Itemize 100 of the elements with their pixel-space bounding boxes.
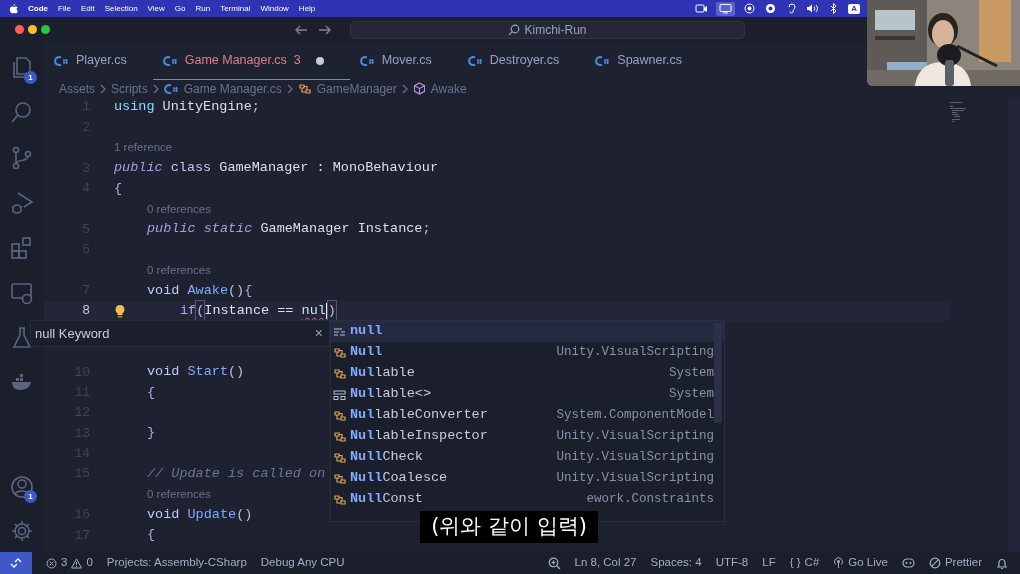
chevron-icon <box>401 83 408 94</box>
unsaved-dot <box>315 56 324 65</box>
scrollbar-thumb[interactable] <box>714 323 722 423</box>
chevron-icon <box>286 83 293 94</box>
code-line: public static GameManager Instance; <box>147 220 431 239</box>
menu-item[interactable]: Window <box>260 2 289 15</box>
cube-icon <box>412 82 426 95</box>
editor-tab[interactable]: Spawner.cs <box>585 42 708 80</box>
warning-icon[interactable] <box>71 557 83 569</box>
status-item[interactable]: Ln 8, Col 27 <box>574 554 637 572</box>
code-line: { <box>147 526 156 545</box>
forward-arrow-icon[interactable] <box>318 23 332 36</box>
code-line: void Start() <box>147 363 245 382</box>
c-sharp-icon <box>163 82 179 95</box>
lightbulb-icon[interactable] <box>114 304 126 319</box>
status-item[interactable]: UTF-8 <box>715 554 749 572</box>
language-mode[interactable]: C# <box>804 554 820 572</box>
suggestion-item[interactable]: NullableConverter System.ComponentModel <box>331 405 724 426</box>
status-item[interactable]: Spaces: 4 <box>650 554 702 572</box>
back-arrow-icon[interactable] <box>294 23 308 36</box>
account-icon[interactable] <box>9 474 35 500</box>
code-line: if(Instance == nul) <box>180 300 336 322</box>
code-line: void Awake(){ <box>147 281 253 300</box>
class-icon <box>333 472 347 485</box>
editor-tab[interactable]: Game Manager.cs 3 <box>152 42 350 80</box>
monitor-icon[interactable] <box>9 280 35 306</box>
braces-icon: { } <box>789 554 801 572</box>
volume-icon[interactable] <box>806 3 820 14</box>
suggestion-item[interactable]: NullableInspector Unity.VisualScripting <box>331 426 724 447</box>
hover-title: null Keyword <box>35 324 110 343</box>
suggestion-item[interactable]: Nullable System <box>331 363 724 384</box>
ear-icon[interactable] <box>785 3 799 14</box>
c-sharp-icon <box>54 54 69 67</box>
struct-icon <box>333 388 347 401</box>
close-button[interactable]: × <box>314 323 323 344</box>
line-number: 8 <box>81 302 91 321</box>
code-line: using UnityEngine; <box>114 98 260 117</box>
search-icon <box>508 23 521 36</box>
suggestion-item[interactable]: NullCoalesce Unity.VisualScripting <box>331 468 724 489</box>
suggestion-item[interactable]: NullConst ework.Constraints <box>331 489 724 510</box>
class-icon <box>333 409 347 422</box>
app-menu[interactable]: Code <box>28 2 48 15</box>
menu-item[interactable]: Terminal <box>220 2 251 15</box>
tab-label: Destroyer.cs <box>489 52 560 70</box>
prettier-icon <box>928 557 941 569</box>
c-sharp-icon <box>595 54 611 67</box>
minimap-drawing <box>950 101 966 122</box>
menu-item[interactable]: Edit <box>80 2 95 15</box>
chevron-icon <box>152 83 159 94</box>
error-count[interactable]: 3 <box>61 554 68 572</box>
command-search-field[interactable]: Kimchi-Run <box>350 20 745 39</box>
code-line: void Update() <box>147 505 253 524</box>
menu-item[interactable]: View <box>147 2 165 15</box>
c-sharp-icon <box>467 54 483 67</box>
suggestion-item[interactable]: null <box>331 321 724 342</box>
tab-label: Player.cs <box>76 52 127 70</box>
menu-item[interactable]: Run <box>195 2 211 15</box>
record-icon[interactable] <box>743 3 757 14</box>
suggestion-item[interactable]: Null Unity.VisualScripting <box>331 342 724 363</box>
editor-tab[interactable]: Player.cs <box>44 42 153 80</box>
subtitle-caption: (위와 같이 입력) <box>420 511 598 543</box>
class-icon <box>333 493 347 506</box>
editor-tab[interactable]: Mover.cs <box>349 42 458 80</box>
run-debug-icon[interactable] <box>9 190 35 216</box>
display-icon[interactable] <box>716 1 736 16</box>
remote-button[interactable] <box>0 552 32 574</box>
code-line: public class GameManager : MonoBehaviour <box>114 159 439 178</box>
suggestion-item[interactable]: NullCheck Unity.VisualScripting <box>331 447 724 468</box>
warning-count[interactable]: 0 <box>86 554 93 572</box>
menu-item[interactable]: Help <box>298 2 316 15</box>
bell-icon[interactable] <box>996 556 1008 570</box>
copilot-icon[interactable] <box>901 557 915 569</box>
menu-item[interactable]: Go <box>174 2 186 15</box>
code-line: { <box>114 179 123 198</box>
c-sharp-icon <box>162 54 178 67</box>
circle-icon[interactable] <box>764 3 778 14</box>
class-icon <box>333 367 347 380</box>
suggestion-item[interactable]: Nullable<> System <box>331 384 724 405</box>
apple-icon[interactable] <box>9 3 18 14</box>
error-icon[interactable] <box>46 557 57 569</box>
class-icon <box>333 346 347 359</box>
menu-item[interactable]: Selection <box>104 2 138 15</box>
tab-label: Game Manager.cs <box>184 52 287 70</box>
menu-item[interactable]: File <box>58 2 71 15</box>
keyword-icon <box>333 325 347 338</box>
class-icon <box>333 451 347 464</box>
go-live-button[interactable]: Go Live <box>833 554 888 572</box>
status-item[interactable]: Projects: Assembly-CSharp <box>106 554 247 572</box>
broadcast-icon <box>833 557 845 569</box>
prettier-button[interactable]: Prettier <box>928 554 982 572</box>
settings-icon[interactable] <box>9 518 35 544</box>
status-item[interactable]: LF <box>762 554 776 572</box>
video-camera-icon[interactable] <box>695 3 709 14</box>
class-icon <box>333 430 347 443</box>
editor-tab[interactable]: Destroyer.cs <box>457 42 586 80</box>
status-item[interactable]: Debug Any CPU <box>260 554 345 572</box>
input-source-indicator[interactable]: A <box>848 3 860 14</box>
zoom-in-icon[interactable] <box>547 556 561 570</box>
code-line: } <box>147 424 156 443</box>
c-sharp-icon <box>359 54 375 67</box>
